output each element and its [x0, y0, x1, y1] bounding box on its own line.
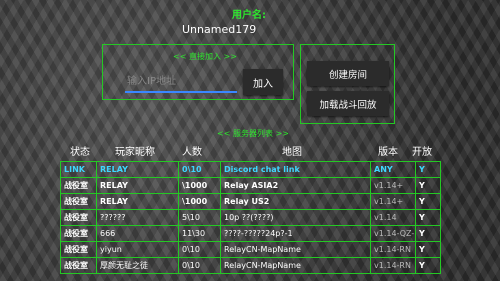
players-cell: 0\10 — [178, 241, 221, 258]
server-table: LINK RELAY 0\10 Discord chat link ANY Y 战役室 REL… — [60, 161, 441, 274]
map-cell: Discord chat link — [220, 161, 371, 178]
players-cell: \1000 — [178, 193, 221, 210]
players-cell: 0\10 — [178, 161, 221, 178]
room-panel: 创建房间 加载战斗回放 — [300, 44, 395, 124]
nickname-cell: RELAY — [96, 161, 179, 178]
link-row[interactable]: LINK RELAY 0\10 Discord chat link ANY Y — [60, 161, 441, 178]
status-cell: LINK — [60, 161, 97, 178]
player-name-value[interactable]: Unnamed179 — [182, 23, 256, 36]
map-cell: RelayCN-MapName — [220, 241, 371, 258]
open-cell: Y — [415, 225, 441, 242]
column-header-open: 开放 — [412, 147, 432, 158]
open-cell: Y — [415, 241, 441, 258]
map-cell: RelayCN-MapName — [220, 257, 371, 274]
map-cell: Relay US2 — [220, 193, 371, 210]
server-row[interactable]: 战役室 厚颜无耻之徒 0\10 RelayCN-MapName v1.14-RN Y — [60, 257, 441, 274]
version-cell: v1.14+ — [370, 177, 416, 194]
open-cell: Y — [415, 209, 441, 226]
version-cell: ANY — [370, 161, 416, 178]
map-cell: ????-?????24p?-1 — [220, 225, 371, 242]
load-replay-button[interactable]: 加载战斗回放 — [307, 91, 389, 116]
create-room-button[interactable]: 创建房间 — [307, 61, 389, 86]
join-button[interactable]: 加入 — [243, 69, 283, 95]
status-cell: 战役室 — [60, 193, 97, 210]
version-cell: v1.14+ — [370, 193, 416, 210]
map-cell: 10p ??(????) — [220, 209, 371, 226]
nickname-cell: RELAY — [96, 193, 179, 210]
nickname-cell: RELAY — [96, 177, 179, 194]
version-cell: v1.14 — [370, 209, 416, 226]
nickname-cell: 厚颜无耻之徒 — [96, 257, 179, 274]
server-row[interactable]: 战役室 yiyun 0\10 RelayCN-MapName v1.14-RN Y — [60, 241, 441, 258]
server-list-header: 状态 玩家昵称 人数 地图 版本 开放 — [60, 143, 440, 159]
status-cell: 战役室 — [60, 241, 97, 258]
server-row[interactable]: 战役室?????? 5\10 10p ??(????) v1.14 Y — [60, 209, 441, 226]
status-cell: 战役室 — [60, 225, 97, 242]
nickname-cell: 666 — [96, 225, 179, 242]
direct-join-panel: << 直接加入 >> 加入 — [102, 44, 294, 100]
ip-address-input[interactable] — [125, 71, 237, 93]
version-cell: v1.14-RN — [370, 257, 416, 274]
open-cell: Y — [415, 161, 441, 178]
column-header-nickname: 玩家昵称 — [115, 147, 155, 158]
open-cell: Y — [415, 257, 441, 274]
status-cell: 战役室 — [60, 177, 97, 194]
players-cell: 11\30 — [178, 225, 221, 242]
status-cell: 战役室 — [60, 257, 97, 274]
players-cell: 5\10 — [178, 209, 221, 226]
players-cell: \1000 — [178, 177, 221, 194]
column-header-status: 状态 — [70, 147, 90, 158]
nickname-cell: yiyun — [96, 241, 179, 258]
direct-join-title: << 直接加入 >> — [173, 52, 237, 61]
server-row[interactable]: 战役室 RELAY \1000 Relay ASIA2 v1.14+ Y — [60, 177, 441, 194]
server-row[interactable]: 战役室 RELAY \1000 Relay US2 v1.14+ Y — [60, 193, 441, 210]
player-name-label: 用户名: — [232, 10, 266, 21]
server-list-title: << 服务器列表 >> — [217, 129, 289, 138]
open-cell: Y — [415, 193, 441, 210]
column-header-version: 版本 — [378, 147, 398, 158]
server-row[interactable]: 战役室 666 11\30 ????-?????24p?-1 v1.14-QZ- Y — [60, 225, 441, 242]
version-cell: v1.14-RN — [370, 241, 416, 258]
column-header-map: 地图 — [282, 147, 302, 158]
players-cell: 0\10 — [178, 257, 221, 274]
open-cell: Y — [415, 177, 441, 194]
nickname-cell: ?????? — [96, 209, 179, 226]
map-cell: Relay ASIA2 — [220, 177, 371, 194]
version-cell: v1.14-QZ- — [370, 225, 416, 242]
status-cell: 战役室 — [60, 209, 97, 226]
column-header-players: 人数 — [182, 147, 202, 158]
